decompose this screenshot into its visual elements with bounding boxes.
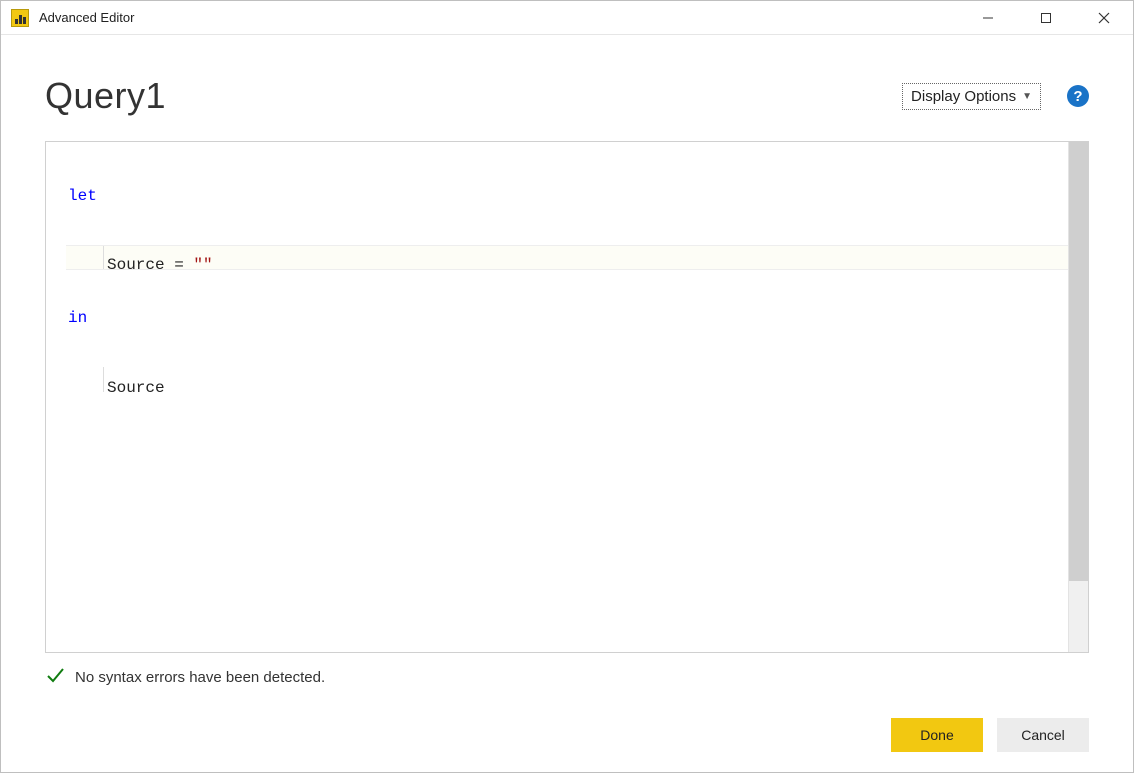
keyword-in: in xyxy=(68,309,87,327)
chevron-down-icon: ▼ xyxy=(1022,91,1032,102)
titlebar: Advanced Editor xyxy=(1,1,1133,35)
checkmark-icon xyxy=(45,665,65,690)
query-title: Query1 xyxy=(45,75,166,117)
help-button[interactable]: ? xyxy=(1067,85,1089,107)
footer-buttons: Done Cancel xyxy=(45,690,1089,752)
help-icon: ? xyxy=(1073,88,1082,105)
window-title: Advanced Editor xyxy=(39,10,134,25)
advanced-editor-window: Advanced Editor Query1 Display Options ▼… xyxy=(0,0,1134,773)
content-area: Query1 Display Options ▼ ? let Source = … xyxy=(1,35,1133,772)
minimize-icon xyxy=(982,12,994,24)
vertical-scrollbar[interactable] xyxy=(1068,142,1088,652)
maximize-icon xyxy=(1040,12,1052,24)
done-button-label: Done xyxy=(920,727,953,743)
close-icon xyxy=(1098,12,1110,24)
keyword-let: let xyxy=(68,187,97,205)
code-text: Source xyxy=(107,379,165,397)
code-line: let xyxy=(66,184,1068,209)
cancel-button-label: Cancel xyxy=(1021,727,1065,743)
close-button[interactable] xyxy=(1075,1,1133,34)
status-message: No syntax errors have been detected. xyxy=(75,669,325,686)
display-options-dropdown[interactable]: Display Options ▼ xyxy=(902,83,1041,110)
display-options-label: Display Options xyxy=(911,88,1016,105)
maximize-button[interactable] xyxy=(1017,1,1075,34)
code-text: Source = xyxy=(107,256,193,274)
header-row: Query1 Display Options ▼ ? xyxy=(45,75,1089,117)
window-controls xyxy=(959,1,1133,34)
code-line: Source xyxy=(66,367,1068,392)
code-editor[interactable]: let Source = "" in Source xyxy=(45,141,1089,653)
string-literal: "" xyxy=(193,256,212,274)
scrollbar-thumb[interactable] xyxy=(1069,142,1088,581)
status-row: No syntax errors have been detected. xyxy=(45,665,1089,690)
minimize-button[interactable] xyxy=(959,1,1017,34)
editor-surface[interactable]: let Source = "" in Source xyxy=(46,142,1068,652)
code-line-active: Source = "" xyxy=(66,245,1068,270)
app-icon xyxy=(11,9,29,27)
code-line: in xyxy=(66,306,1068,331)
cancel-button[interactable]: Cancel xyxy=(997,718,1089,752)
done-button[interactable]: Done xyxy=(891,718,983,752)
